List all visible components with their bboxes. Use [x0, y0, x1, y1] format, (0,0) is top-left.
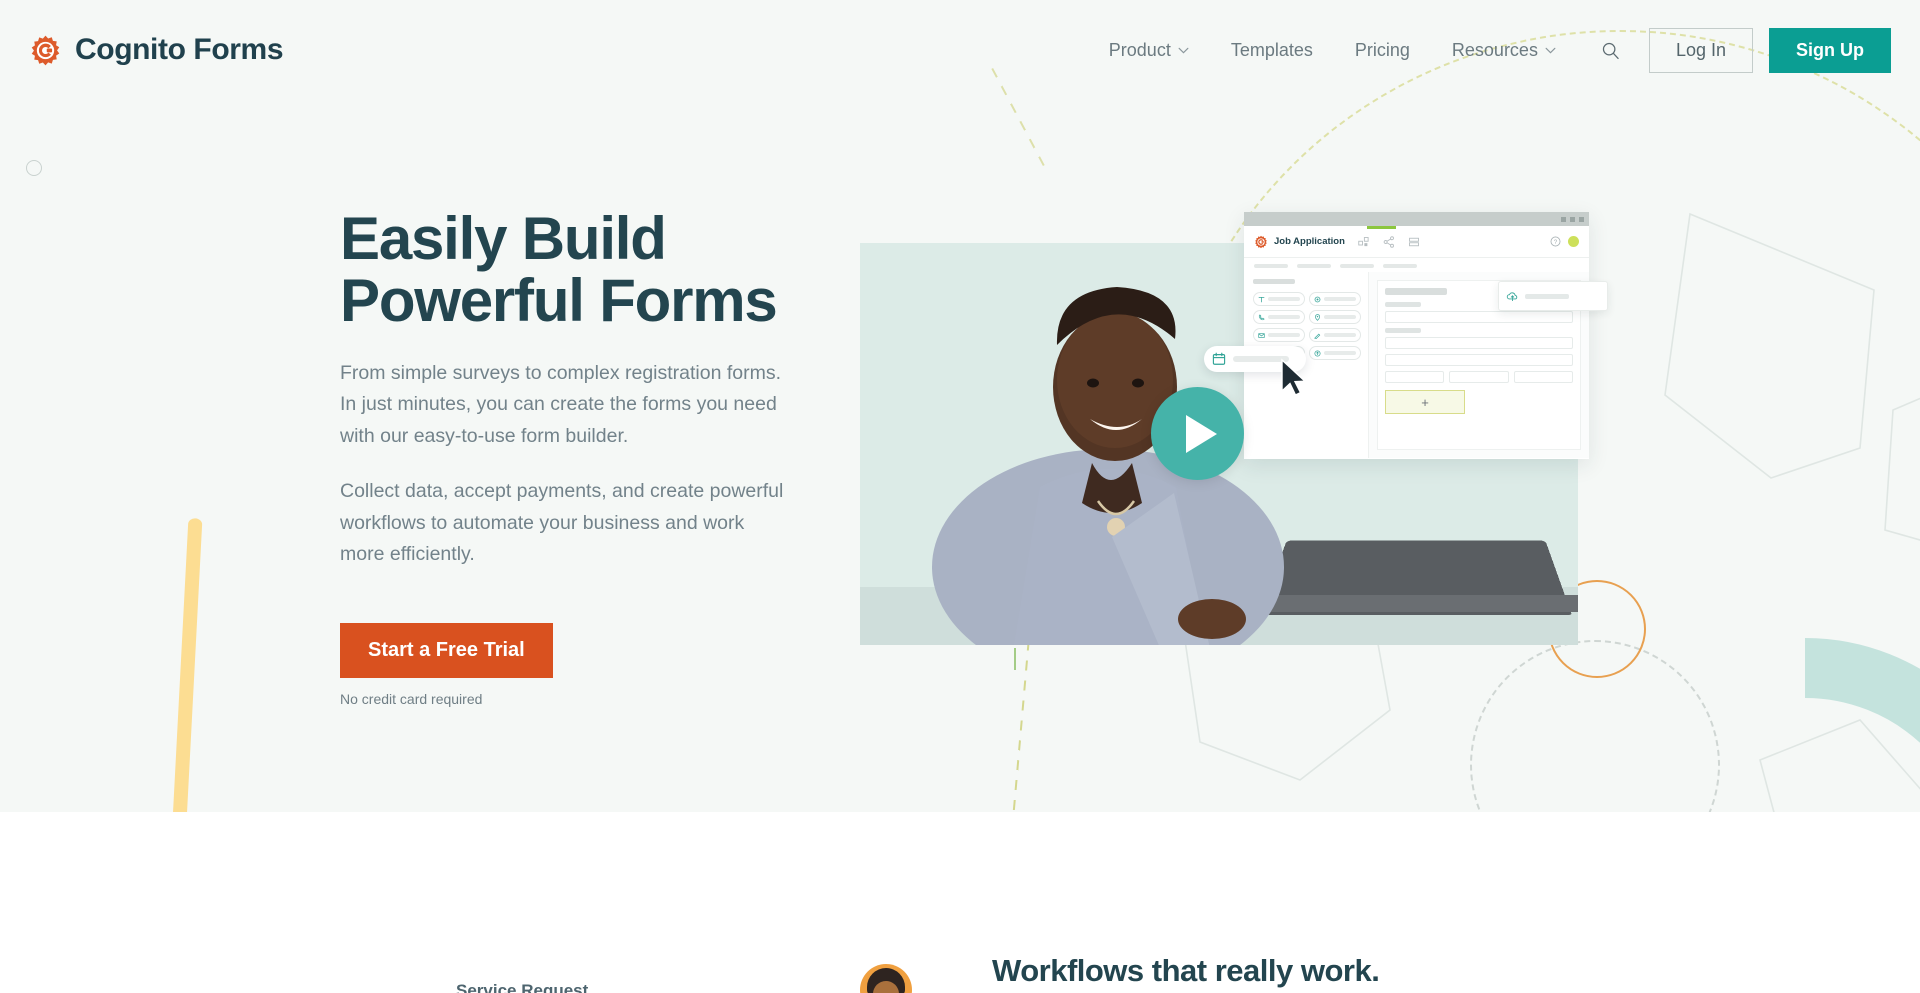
mockup-input[interactable]: [1385, 311, 1573, 323]
address-field-icon[interactable]: [1309, 310, 1361, 324]
hero-heading: Easily Build Powerful Forms: [340, 208, 790, 332]
phone-field-icon[interactable]: [1253, 310, 1305, 324]
mockup-field-label: [1385, 302, 1421, 307]
file-upload-field-icon[interactable]: [1309, 346, 1361, 360]
mockup-input-row: [1385, 371, 1573, 383]
primary-navigation: Product Templates Pricing Resources Log …: [1088, 27, 1891, 73]
cognito-gear-logo-icon: [1255, 235, 1267, 248]
site-header: Cognito Forms Product Templates Pricing …: [0, 0, 1920, 100]
logo-link[interactable]: Cognito Forms: [29, 33, 284, 67]
lower-section: [0, 812, 1920, 993]
nav-item-product-label: Product: [1108, 39, 1171, 60]
nav-item-resources-label: Resources: [1451, 39, 1538, 60]
mockup-field-label: [1385, 328, 1421, 333]
video-play-button[interactable]: [1151, 387, 1244, 480]
mockup-toolbar-right: ?: [1550, 236, 1579, 247]
start-free-trial-button[interactable]: Start a Free Trial: [340, 623, 553, 679]
no-credit-card-note: No credit card required: [340, 691, 483, 708]
mockup-toolbar: Job Application ?: [1244, 226, 1589, 258]
signature-field-icon[interactable]: [1309, 328, 1361, 342]
help-circle-icon[interactable]: ?: [1550, 236, 1561, 247]
mockup-add-field-button[interactable]: +: [1385, 390, 1465, 414]
text-field-icon[interactable]: [1253, 292, 1305, 306]
choice-field-icon[interactable]: [1309, 292, 1361, 306]
calendar-icon: [1212, 352, 1226, 365]
cloud-upload-icon: [1506, 291, 1518, 301]
mockup-input[interactable]: [1385, 354, 1573, 366]
svg-text:?: ?: [1554, 239, 1558, 246]
mockup-input[interactable]: [1385, 371, 1445, 383]
hero-heading-line2: Powerful Forms: [340, 266, 778, 334]
play-triangle-icon: [1186, 414, 1217, 453]
nav-item-product[interactable]: Product: [1088, 40, 1210, 61]
hero-heading-line1: Easily Build: [340, 205, 667, 272]
logo-wordmark: Cognito Forms: [75, 33, 284, 66]
floating-upload-chip: [1498, 281, 1608, 311]
mockup-form-title: Job Application: [1274, 236, 1345, 247]
minimize-icon: [1561, 216, 1566, 222]
nav-item-pricing[interactable]: Pricing: [1334, 40, 1431, 61]
search-icon: [1603, 42, 1620, 59]
mockup-body: Job Application ? +: [1244, 226, 1589, 459]
mockup-tab[interactable]: [1340, 264, 1374, 268]
chevron-down-icon: [1178, 47, 1189, 53]
hero-paragraph-2: Collect data, accept payments, and creat…: [340, 480, 784, 566]
mockup-tab[interactable]: [1297, 264, 1331, 268]
login-button[interactable]: Log In: [1648, 27, 1753, 73]
nav-item-resources[interactable]: Resources: [1431, 40, 1577, 61]
service-request-label: Service Request: [456, 981, 589, 993]
palette-section-label: [1253, 279, 1295, 284]
signup-button[interactable]: Sign Up: [1769, 27, 1891, 73]
mockup-input[interactable]: [1513, 371, 1573, 383]
mockup-tab[interactable]: [1383, 264, 1417, 268]
nav-item-pricing-label: Pricing: [1354, 39, 1410, 60]
mockup-tab-strip: [1244, 258, 1589, 272]
mockup-input[interactable]: [1385, 337, 1573, 349]
nav-item-templates-label: Templates: [1230, 39, 1313, 60]
close-icon: [1579, 216, 1584, 222]
mouse-pointer-icon: [1281, 358, 1307, 396]
page-root: Cognito Forms Product Templates Pricing …: [0, 0, 1920, 993]
user-avatar-icon[interactable]: [1568, 236, 1579, 247]
blocks-icon[interactable]: [1358, 236, 1370, 248]
list-icon[interactable]: [1408, 236, 1420, 248]
workflows-heading: Workflows that really work.: [992, 953, 1380, 988]
email-field-icon[interactable]: [1253, 328, 1305, 342]
form-builder-mockup: Job Application ? +: [1244, 212, 1589, 459]
cognito-gear-logo-icon: [31, 35, 60, 65]
mockup-input[interactable]: [1449, 371, 1509, 383]
share-icon[interactable]: [1383, 235, 1395, 248]
chevron-down-icon: [1545, 47, 1556, 53]
nav-item-templates[interactable]: Templates: [1210, 40, 1334, 61]
hero-paragraph-1: From simple surveys to complex registrat…: [340, 361, 782, 447]
chip-placeholder-bar: [1525, 293, 1569, 299]
mockup-tab[interactable]: [1254, 264, 1288, 268]
search-button[interactable]: [1589, 28, 1633, 72]
hero-content: Easily Build Powerful Forms From simple …: [340, 208, 790, 707]
maximize-icon: [1570, 216, 1575, 222]
mockup-section-heading: [1385, 288, 1447, 295]
mockup-window-titlebar: [1244, 212, 1589, 226]
